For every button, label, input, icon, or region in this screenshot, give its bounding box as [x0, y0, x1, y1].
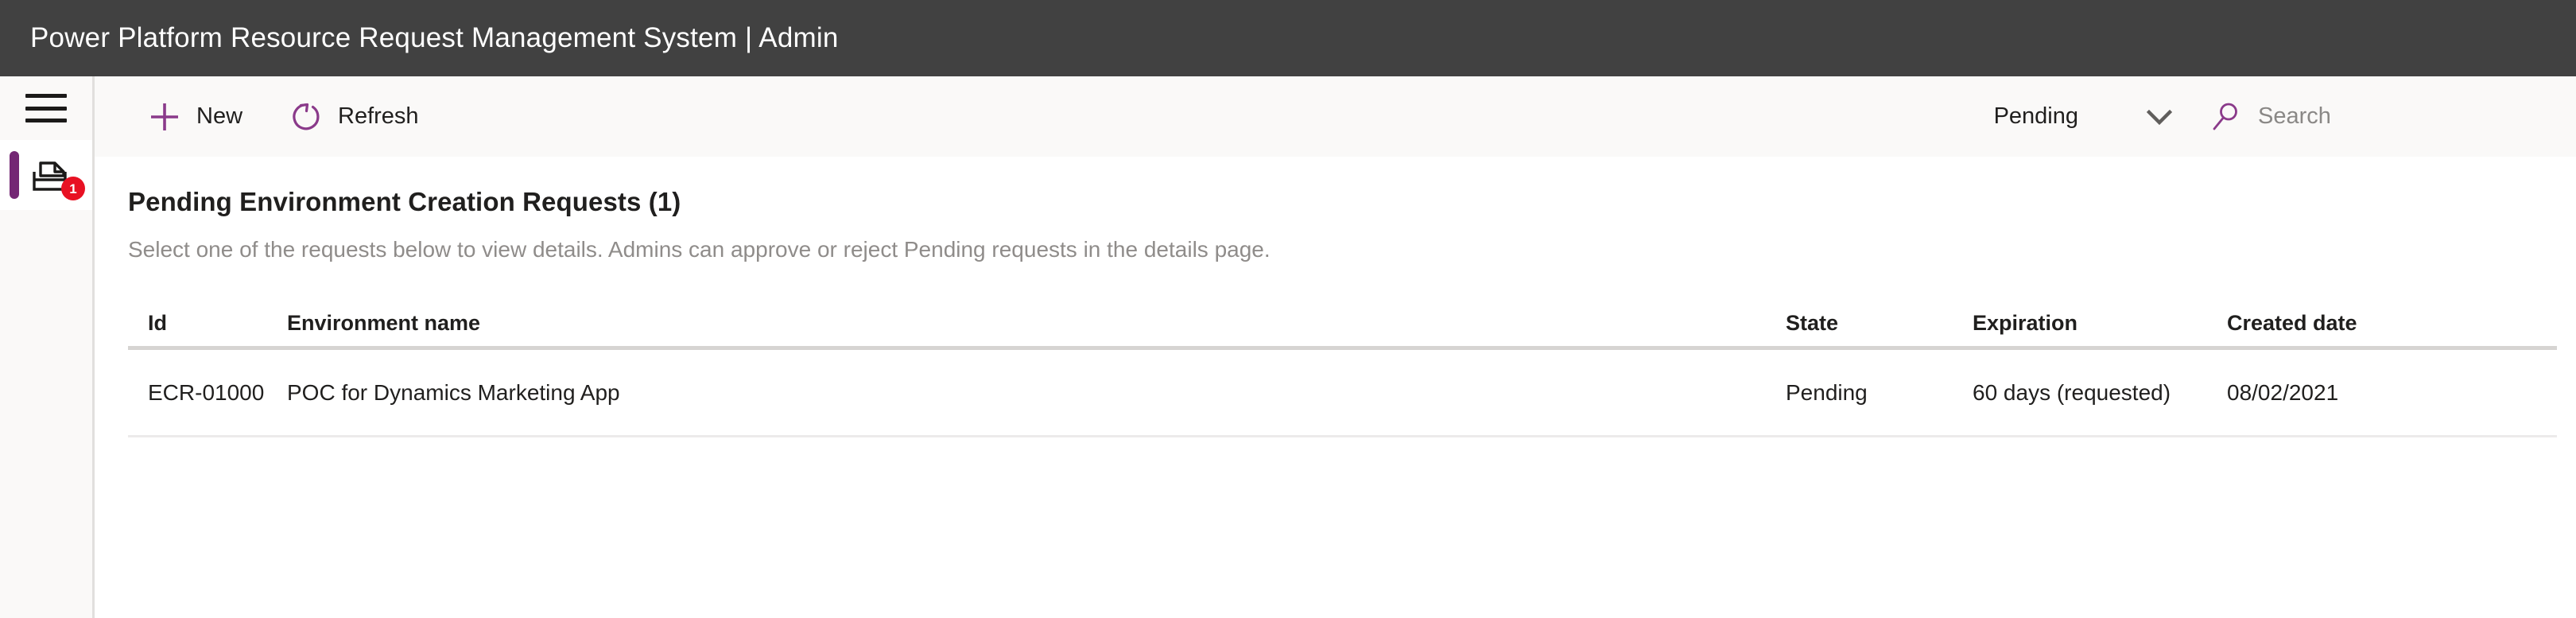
content-column: New Refresh Pending Search Pending Envir… — [95, 76, 2576, 618]
column-header-expiration[interactable]: Expiration — [1973, 311, 2227, 336]
refresh-icon — [289, 99, 324, 134]
menu-button[interactable] — [0, 76, 92, 140]
notification-badge: 1 — [61, 177, 85, 200]
inbox-icon: 1 — [30, 155, 85, 200]
refresh-button-label: Refresh — [338, 103, 419, 129]
column-header-environment-name[interactable]: Environment name — [287, 311, 1786, 336]
state-filter-value: Pending — [1993, 103, 2078, 129]
cell-expiration: 60 days (requested) — [1973, 379, 2171, 405]
state-filter-dropdown[interactable]: Pending — [1994, 96, 2180, 138]
column-header-created-date[interactable]: Created date — [2227, 311, 2489, 336]
app-title: Power Platform Resource Request Manageme… — [30, 22, 839, 53]
table-header-row: Id Environment name State Expiration Cre… — [128, 301, 2557, 350]
sidebar-item-requests[interactable]: 1 — [0, 140, 92, 210]
selected-indicator — [10, 151, 19, 199]
plus-icon — [147, 99, 182, 134]
search-input[interactable] — [2258, 103, 2528, 130]
left-nav-rail: 1 — [0, 76, 95, 618]
hamburger-icon — [25, 94, 67, 122]
cell-environment-name: POC for Dynamics Marketing App — [287, 379, 620, 405]
cell-id: ECR-01000 — [148, 379, 265, 405]
table-row[interactable]: ECR-01000 POC for Dynamics Marketing App… — [128, 350, 2557, 437]
chevron-down-icon — [2139, 96, 2180, 138]
new-button[interactable]: New — [136, 91, 254, 143]
requests-table: Id Environment name State Expiration Cre… — [128, 301, 2557, 437]
app-title-bar: Power Platform Resource Request Manageme… — [0, 0, 2576, 76]
search-icon — [2209, 100, 2242, 134]
cell-created-date: 08/02/2021 — [2227, 379, 2339, 405]
search-box[interactable] — [2209, 100, 2528, 134]
rail-filler — [0, 210, 92, 618]
refresh-button[interactable]: Refresh — [277, 91, 430, 143]
app-body: 1 New Refresh Pending Search Pending Env… — [0, 76, 2576, 618]
page-subtitle: Select one of the requests below to view… — [128, 237, 1271, 262]
page-content: Pending Environment Creation Requests (1… — [95, 157, 2576, 618]
column-header-state[interactable]: State — [1786, 311, 1973, 336]
command-bar: New Refresh Pending — [95, 76, 2576, 157]
column-header-id[interactable]: Id — [128, 311, 287, 336]
page-title: Pending Environment Creation Requests (1… — [128, 187, 681, 216]
new-button-label: New — [196, 103, 243, 129]
cell-state: Pending — [1786, 379, 1868, 405]
